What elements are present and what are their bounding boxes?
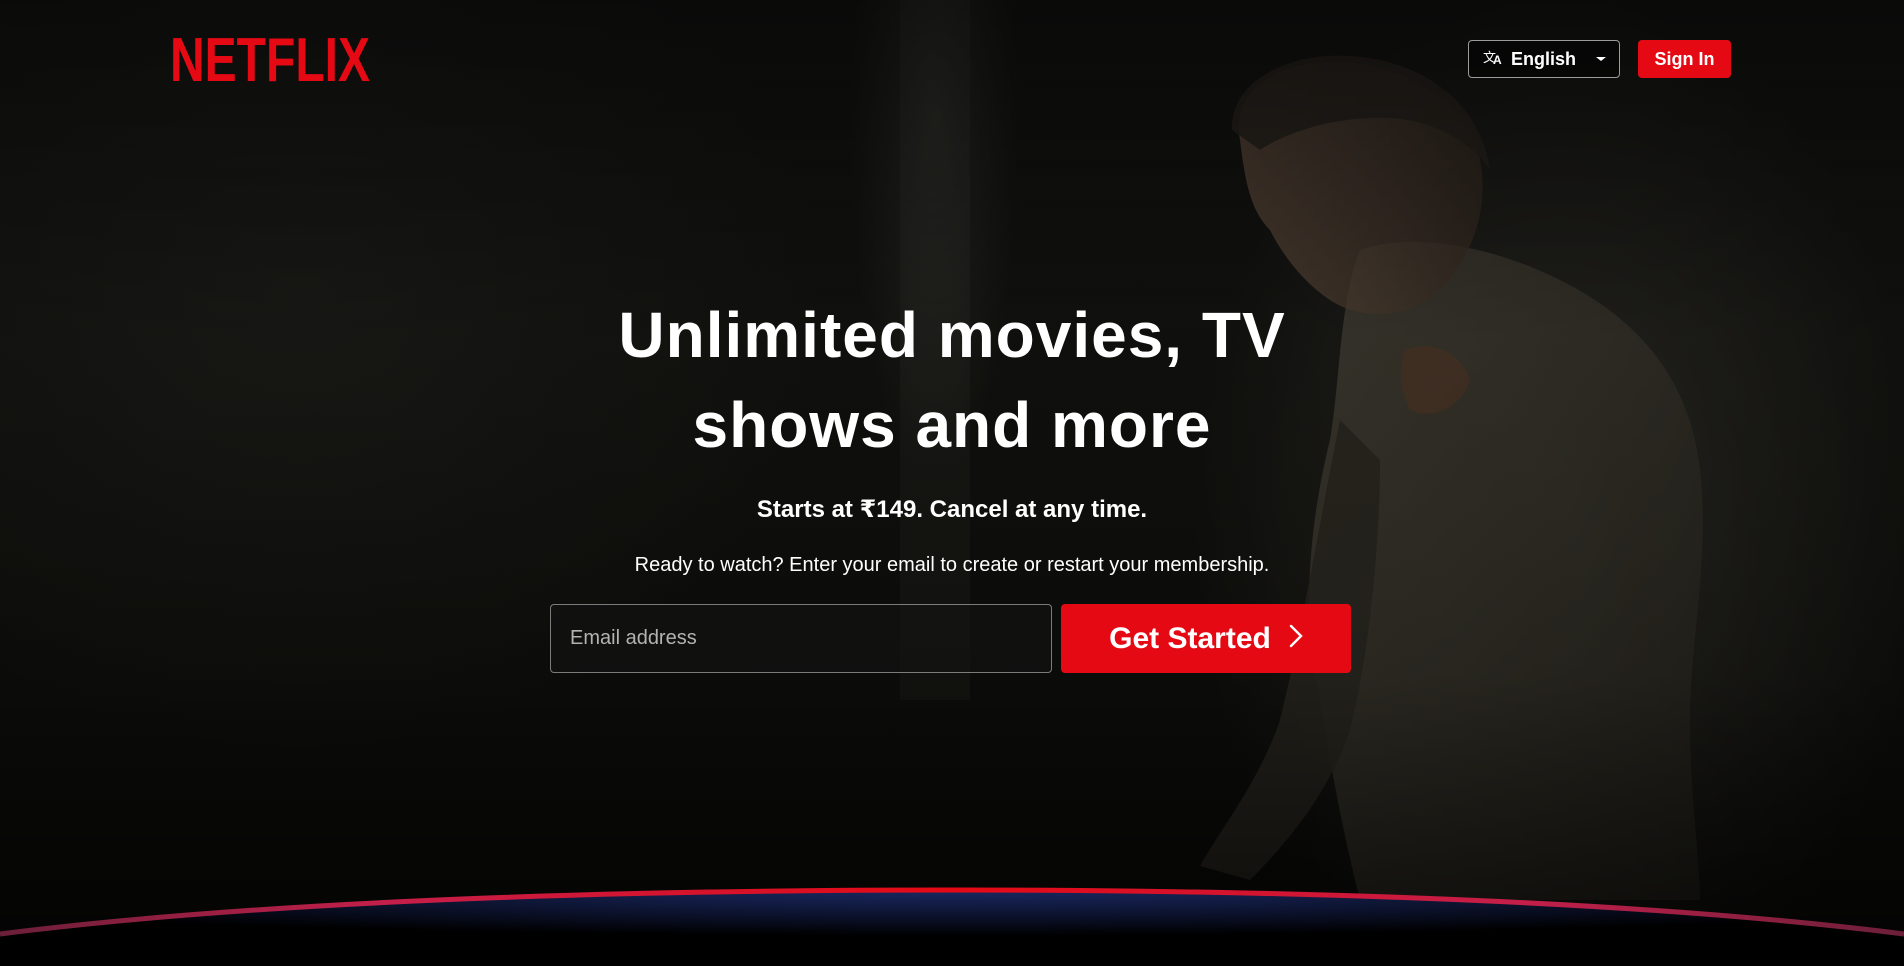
caret-down-icon <box>1595 50 1607 68</box>
page-bottom <box>0 938 1904 966</box>
chevron-right-icon <box>1289 622 1303 656</box>
hero-section: Unlimited movies, TV shows and more Star… <box>0 290 1904 577</box>
membership-cta-text: Ready to watch? Enter your email to crea… <box>634 554 1270 576</box>
email-signup-form: Get Started <box>550 604 1351 674</box>
hero-title: Unlimited movies, TV shows and more <box>618 299 1286 461</box>
language-select[interactable]: 文 A English <box>1468 40 1620 78</box>
landing-page: NETFLIX 文 A English Sign In Unlimited mo… <box>0 0 1904 966</box>
hero-subtitle: Starts at ₹149. Cancel at any time. <box>756 496 1148 523</box>
email-input[interactable] <box>550 604 1052 673</box>
get-started-button[interactable]: Get Started <box>1061 604 1351 673</box>
sign-in-button[interactable]: Sign In <box>1638 40 1731 78</box>
language-label: English <box>1511 48 1577 69</box>
translate-icon: 文 A <box>1483 48 1503 71</box>
netflix-logo[interactable]: NETFLIX <box>170 26 370 95</box>
get-started-label: Get Started <box>1109 621 1271 655</box>
svg-text:A: A <box>1493 53 1502 66</box>
netflix-logo-text: NETFLIX <box>170 26 370 86</box>
